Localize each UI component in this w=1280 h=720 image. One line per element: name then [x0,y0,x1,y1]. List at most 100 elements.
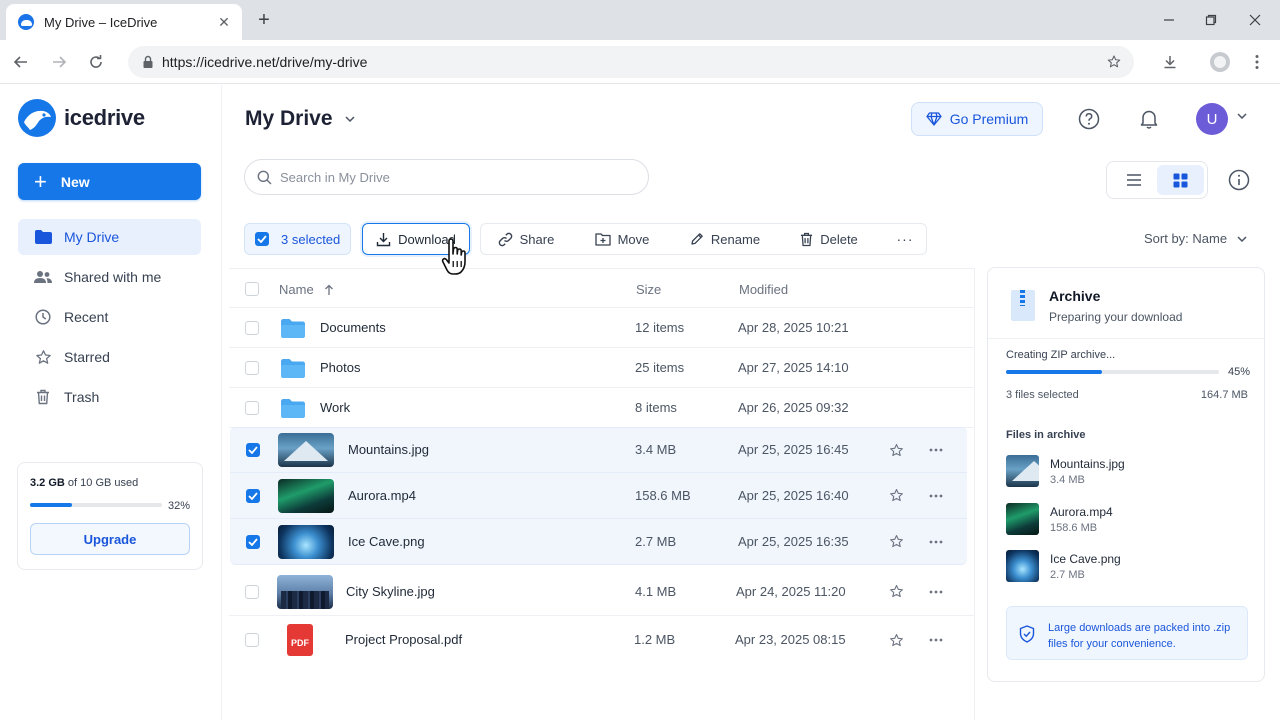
table-row[interactable]: Documents 12 items Apr 28, 2025 10:21 [229,308,975,348]
image-thumbnail [1006,455,1039,487]
star-icon[interactable] [887,441,905,459]
back-arrow-icon[interactable] [9,50,33,74]
sidebar-item-shared-with-me[interactable]: Shared with me [18,259,201,295]
tab-close-icon[interactable]: ✕ [216,14,232,31]
column-header-size[interactable]: Size [636,282,661,297]
grid-view-icon[interactable] [1157,165,1204,195]
profile-icon[interactable] [1208,50,1232,74]
storage-used: 3.2 GB [30,477,65,489]
search-input[interactable] [280,169,620,185]
restore-icon[interactable] [1188,0,1234,40]
new-button[interactable]: + New [18,163,201,200]
row-checkbox[interactable] [245,633,259,647]
archive-file-name: Mountains.jpg [1050,457,1125,471]
sidebar-item-my-drive[interactable]: My Drive [18,219,201,255]
row-checkbox[interactable] [246,488,260,503]
trash-icon [34,388,52,406]
chevron-down-icon [345,116,355,122]
clock-icon [34,308,52,326]
folder-icon [281,318,305,338]
more-options-icon[interactable] [927,583,945,601]
table-row-selected[interactable]: Mountains.jpg 3.4 MB Apr 25, 2025 16:45 [230,427,967,473]
more-options-icon[interactable] [927,487,945,505]
table-row[interactable]: City Skyline.jpg 4.1 MB Apr 24, 2025 11:… [229,568,975,616]
file-size: 158.6 MB [635,487,691,503]
sidebar-item-starred[interactable]: Starred [18,339,201,375]
file-modified: Apr 24, 2025 11:20 [736,583,846,599]
sort-by-dropdown[interactable]: Sort by: Name [1144,231,1247,246]
downloads-icon[interactable] [1158,50,1182,74]
row-checkbox[interactable] [245,400,259,415]
upgrade-button[interactable]: Upgrade [30,523,190,555]
delete-button[interactable]: Delete [797,223,861,255]
row-checkbox[interactable] [245,360,259,375]
forward-arrow-icon[interactable] [47,50,71,74]
bell-icon[interactable] [1136,106,1162,132]
archive-subtitle: Preparing your download [1049,310,1183,324]
star-icon[interactable] [887,631,905,649]
star-icon[interactable] [887,487,905,505]
delete-label: Delete [820,231,858,247]
more-options-icon[interactable] [927,441,945,459]
image-thumbnail [278,524,334,559]
star-icon[interactable] [887,533,905,551]
sort-by-label: Sort by: Name [1144,231,1228,246]
share-button[interactable]: Share [496,223,556,255]
archive-files-selected: 3 files selected [1006,389,1079,401]
minimize-icon[interactable] [1146,0,1192,40]
bookmark-star-icon[interactable] [1106,54,1122,70]
storage-usage-text: 3.2 GB of 10 GB used [30,477,190,489]
row-checkbox[interactable] [246,534,260,549]
row-checkbox[interactable] [245,584,259,599]
table-row[interactable]: Work 8 items Apr 26, 2025 09:32 [229,388,975,428]
browser-menu-icon[interactable] [1245,50,1269,74]
row-checkbox[interactable] [245,320,259,335]
archive-file-item: Mountains.jpg 3.4 MB [1006,455,1246,489]
selection-count-pill[interactable]: 3 selected [244,223,351,255]
column-header-modified[interactable]: Modified [739,282,788,297]
star-icon[interactable] [887,583,905,601]
window-close-icon[interactable] [1232,0,1278,40]
table-row-selected[interactable]: Ice Cave.png 2.7 MB Apr 25, 2025 16:35 [230,519,967,565]
chevron-down-icon[interactable] [1237,113,1247,119]
file-name: City Skyline.jpg [346,583,435,599]
search-icon [257,170,272,184]
more-options-icon[interactable] [927,631,945,649]
sidebar-item-trash[interactable]: Trash [18,379,201,415]
column-header-name[interactable]: Name [279,282,334,297]
help-icon[interactable] [1076,106,1102,132]
image-thumbnail [277,574,333,609]
info-icon[interactable] [1226,167,1252,193]
row-checkbox[interactable] [246,443,260,457]
header-checkbox[interactable] [245,282,259,296]
file-name: Aurora.mp4 [348,487,416,503]
more-options-icon[interactable] [927,533,945,551]
storage-card: 3.2 GB of 10 GB used 32% Upgrade [17,462,203,570]
brand-logo[interactable]: icedrive [18,99,145,137]
folder-icon [281,398,305,418]
table-row[interactable]: Photos 25 items Apr 27, 2025 14:10 [229,348,975,388]
file-modified: Apr 27, 2025 14:10 [738,359,849,375]
rename-button[interactable]: Rename [689,223,761,255]
link-icon [498,232,512,246]
select-all-checkbox[interactable] [255,232,269,246]
file-size: 12 items [635,319,685,335]
page-title[interactable]: My Drive [245,107,355,131]
file-modified: Apr 23, 2025 08:15 [735,632,846,647]
table-row[interactable]: PDF Project Proposal.pdf 1.2 MB Apr 23, … [229,616,975,664]
sidebar-item-recent[interactable]: Recent [18,299,201,335]
reload-icon[interactable] [84,50,108,74]
go-premium-button[interactable]: Go Premium [911,102,1043,136]
url-omnibox[interactable]: https://icedrive.net/drive/my-drive [128,46,1134,78]
table-row-selected[interactable]: Aurora.mp4 158.6 MB Apr 25, 2025 16:40 [230,473,967,519]
move-button[interactable]: Move [593,223,651,255]
sort-arrow-up-icon [324,284,333,295]
icedrive-logo-icon [18,99,56,137]
new-tab-button[interactable]: + [252,8,276,32]
url-text: https://icedrive.net/drive/my-drive [162,54,368,70]
more-actions-button[interactable]: ··· [893,223,917,255]
check-icon [257,235,267,243]
user-avatar[interactable]: U [1196,103,1228,135]
browser-tab[interactable]: My Drive – IceDrive ✕ [6,4,242,40]
list-view-icon[interactable] [1110,165,1157,195]
